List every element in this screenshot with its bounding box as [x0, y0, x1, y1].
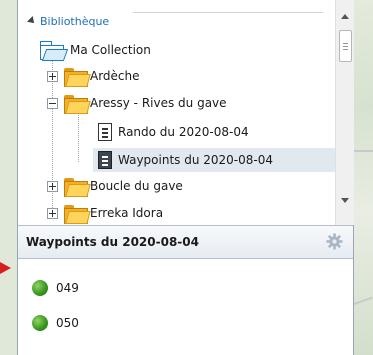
waypoint-item[interactable]: 050 — [32, 313, 79, 333]
expand-icon[interactable] — [47, 180, 58, 192]
arrow-down-icon — [341, 198, 349, 203]
waypoint-marker-icon — [32, 315, 48, 331]
waypoint-marker-icon — [32, 280, 48, 296]
open-folder-icon — [40, 41, 69, 61]
folder-icon — [64, 67, 91, 87]
tree-item-label: Rando du 2020-08-04 — [118, 125, 249, 139]
waypoint-label: 049 — [56, 281, 79, 295]
waypoint-label: 050 — [56, 316, 79, 330]
waypoint-item[interactable]: 049 — [32, 278, 79, 298]
red-arrow-annotation — [0, 262, 11, 274]
waypoints-panel-title: Waypoints du 2020-08-04 — [26, 235, 199, 249]
map-road — [352, 150, 373, 152]
folder-icon — [64, 177, 91, 197]
tree-item-aressy[interactable]: Aressy - Rives du gave — [47, 91, 227, 115]
collapse-triangle-icon[interactable] — [27, 16, 37, 26]
tree-item-waypoints[interactable]: Waypoints du 2020-08-04 — [98, 148, 273, 172]
scrollbar-thumb[interactable] — [339, 30, 352, 62]
tree-item-label: Waypoints du 2020-08-04 — [118, 153, 273, 167]
tree-item-ardeche[interactable]: Ardèche — [47, 64, 140, 88]
expand-icon[interactable] — [47, 70, 58, 82]
open-folder-icon — [64, 94, 91, 114]
tree-item-label: Ardèche — [90, 69, 140, 83]
scroll-up-button[interactable] — [336, 8, 354, 25]
document-icon — [98, 123, 112, 141]
tree-item-rando[interactable]: Rando du 2020-08-04 — [98, 120, 249, 144]
tree-item-boucle[interactable]: Boucle du gave — [47, 174, 183, 198]
waypoints-panel-header: Waypoints du 2020-08-04 — [18, 225, 353, 259]
scroll-down-button[interactable] — [336, 192, 354, 209]
tree-item-label: Boucle du gave — [90, 179, 183, 193]
folder-icon — [64, 204, 91, 224]
gear-icon[interactable] — [326, 233, 343, 250]
library-divider — [133, 12, 323, 13]
tree-item-erreka[interactable]: Erreka Idora — [47, 201, 163, 225]
tree-scrollbar[interactable] — [335, 0, 354, 225]
tree-item-label: Ma Collection — [70, 43, 151, 57]
expand-icon[interactable] — [47, 207, 58, 219]
tree-item-label: Erreka Idora — [90, 206, 164, 220]
arrow-up-icon — [341, 14, 349, 19]
tree-item-label: Aressy - Rives du gave — [90, 96, 227, 110]
library-panel: Bibliothèque Ma Collection Ardèche Aress… — [17, 0, 354, 355]
tree-item-ma-collection[interactable]: Ma Collection — [40, 38, 151, 62]
waypoints-list: 049 050 — [18, 259, 353, 355]
collapse-icon[interactable] — [47, 97, 58, 109]
library-label: Bibliothèque — [40, 14, 110, 28]
document-icon — [98, 151, 112, 169]
library-tree: Bibliothèque Ma Collection Ardèche Aress… — [18, 0, 335, 225]
tree-library-header[interactable]: Bibliothèque — [18, 9, 109, 33]
